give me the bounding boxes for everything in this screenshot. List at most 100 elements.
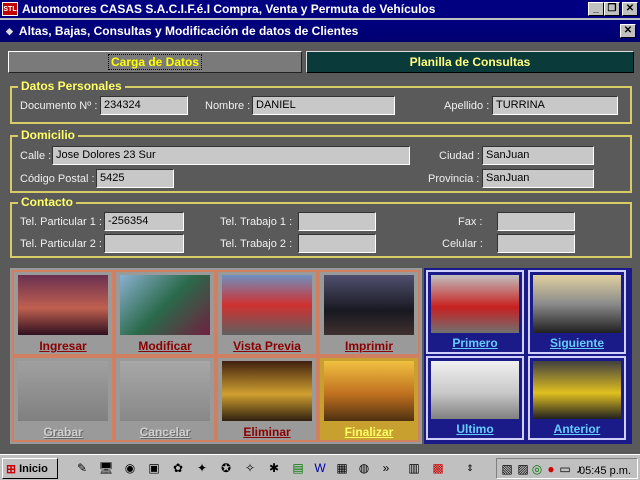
button-caption: Grabar bbox=[43, 425, 83, 439]
button-caption: Ingresar bbox=[39, 339, 87, 353]
anterior-button[interactable]: Anterior bbox=[528, 356, 626, 440]
form-title: Altas, Bajas, Consultas y Modificación d… bbox=[18, 24, 359, 38]
siguiente-button[interactable]: Siguiente bbox=[528, 270, 626, 354]
fax-field[interactable] bbox=[497, 212, 575, 231]
apellido-field[interactable]: TURRINA bbox=[492, 96, 618, 115]
celular-label: Celular : bbox=[442, 238, 483, 250]
yellow-hotrod-photo-icon bbox=[533, 361, 621, 419]
tel-particular-2-label: Tel. Particular 2 : bbox=[20, 238, 102, 250]
quicklaunch-icon[interactable]: ▣ bbox=[146, 460, 162, 476]
quicklaunch-icon[interactable]: ✿ bbox=[170, 460, 186, 476]
red-ferrari-photo-icon bbox=[222, 275, 312, 335]
sunset-car-photo-icon bbox=[324, 361, 414, 421]
codigo-postal-label: Código Postal : bbox=[20, 173, 95, 185]
button-caption: Anterior bbox=[553, 422, 601, 436]
silver-car-photo-icon bbox=[533, 275, 621, 333]
apellido-label: Apellido : bbox=[444, 100, 490, 112]
tel-trabajo-1-field[interactable] bbox=[298, 212, 376, 231]
quicklaunch-icon[interactable]: ▦ bbox=[334, 460, 350, 476]
tray-icon[interactable]: ▧ bbox=[499, 461, 515, 477]
button-caption: Eliminar bbox=[243, 425, 291, 439]
group-legend: Contacto bbox=[18, 195, 76, 209]
primero-button[interactable]: Primero bbox=[426, 270, 524, 354]
button-caption: Siguiente bbox=[549, 336, 604, 350]
minimize-button[interactable]: _ bbox=[588, 2, 604, 16]
button-caption: Modificar bbox=[138, 339, 192, 353]
task-button-active-icon[interactable]: ▩ bbox=[430, 460, 446, 476]
grabar-button: Grabar bbox=[12, 356, 114, 442]
tabstrip: Carga de Datos Planilla de Consultas bbox=[0, 44, 640, 74]
close-button[interactable]: ✕ bbox=[622, 2, 638, 16]
quicklaunch-icon[interactable]: ✱ bbox=[266, 460, 282, 476]
red-car-photo-icon bbox=[18, 275, 108, 335]
quicklaunch-icon[interactable]: ✎ bbox=[74, 460, 90, 476]
button-caption: Primero bbox=[452, 336, 498, 350]
button-caption: Finalizar bbox=[344, 425, 394, 439]
tab-label: Planilla de Consultas bbox=[409, 55, 531, 69]
car-photo-disabled-icon bbox=[18, 361, 108, 421]
app-logo-icon: STL bbox=[2, 2, 18, 16]
nombre-field[interactable]: DANIEL bbox=[252, 96, 395, 115]
ciudad-field[interactable]: SanJuan bbox=[482, 146, 594, 165]
yellow-car-photo-icon bbox=[222, 361, 312, 421]
form-close-button[interactable]: ✕ bbox=[620, 24, 636, 38]
start-button[interactable]: ⊞ Inicio bbox=[2, 458, 58, 479]
calle-label: Calle : bbox=[20, 150, 52, 162]
documento-field[interactable]: 234324 bbox=[100, 96, 188, 115]
codigo-postal-field[interactable]: 5425 bbox=[96, 169, 174, 188]
vista-previa-button[interactable]: Vista Previa bbox=[216, 270, 318, 356]
navigation-panel: Primero Siguiente Ultimo Anterior bbox=[424, 268, 632, 444]
car-photo-disabled-icon bbox=[120, 361, 210, 421]
windows-logo-icon: ⊞ bbox=[6, 461, 17, 476]
nombre-label: Nombre : bbox=[205, 100, 251, 112]
ultimo-button[interactable]: Ultimo bbox=[426, 356, 524, 440]
internet-icon[interactable]: ◍ bbox=[356, 460, 372, 476]
start-label: Inicio bbox=[19, 462, 48, 475]
tel-trabajo-1-label: Tel. Trabajo 1 : bbox=[220, 216, 293, 228]
system-tray: ▧ ▨ ◎ ● ▭ ♪ 05:45 p.m. bbox=[496, 458, 638, 479]
modificar-button[interactable]: Modificar bbox=[114, 270, 216, 356]
app-title: Automotores CASAS S.A.C.I.F.é.I Compra, … bbox=[22, 2, 436, 16]
black-car-photo-icon bbox=[324, 275, 414, 335]
app-titlebar: STL Automotores CASAS S.A.C.I.F.é.I Comp… bbox=[0, 0, 640, 18]
tel-trabajo-2-label: Tel. Trabajo 2 : bbox=[220, 238, 293, 250]
quicklaunch-icon[interactable]: 🖥 bbox=[98, 460, 114, 476]
tab-label: Carga de Datos bbox=[107, 54, 203, 70]
tab-carga-de-datos[interactable]: Carga de Datos bbox=[8, 51, 302, 73]
excel-icon[interactable]: ▤ bbox=[290, 460, 306, 476]
group-legend: Datos Personales bbox=[18, 79, 125, 93]
datos-personales-group: Datos Personales Documento Nº : 234324 N… bbox=[10, 79, 632, 124]
group-legend: Domicilio bbox=[18, 128, 79, 142]
button-caption: Cancelar bbox=[139, 425, 191, 439]
form-titlebar: ◆ Altas, Bajas, Consultas y Modificación… bbox=[0, 20, 640, 42]
eliminar-button[interactable]: Eliminar bbox=[216, 356, 318, 442]
quicklaunch-icon[interactable]: ✦ bbox=[194, 460, 210, 476]
quicklaunch-icon[interactable]: » bbox=[378, 460, 394, 476]
ingresar-button[interactable]: Ingresar bbox=[12, 270, 114, 356]
quicklaunch-icon[interactable]: ✧ bbox=[242, 460, 258, 476]
imprimir-button[interactable]: Imprimir bbox=[318, 270, 420, 356]
tel-particular-1-label: Tel. Particular 1 : bbox=[20, 216, 102, 228]
white-car-photo-icon bbox=[431, 361, 519, 419]
cancelar-button: Cancelar bbox=[114, 356, 216, 442]
tab-planilla-de-consultas[interactable]: Planilla de Consultas bbox=[306, 51, 634, 73]
green-car-photo-icon bbox=[120, 275, 210, 335]
clock: 05:45 p.m. bbox=[579, 465, 631, 477]
quicklaunch-icon[interactable]: ✪ bbox=[218, 460, 234, 476]
word-icon[interactable]: W bbox=[312, 460, 328, 476]
tel-particular-1-field[interactable]: -256354 bbox=[104, 212, 184, 231]
documento-label: Documento Nº : bbox=[20, 100, 98, 112]
finalizar-button[interactable]: Finalizar bbox=[318, 356, 420, 442]
scroll-arrows-icon[interactable]: ⇕ bbox=[462, 460, 478, 476]
contacto-group: Contacto Tel. Particular 1 : -256354 Tel… bbox=[10, 195, 632, 258]
celular-field[interactable] bbox=[497, 234, 575, 253]
provincia-label: Provincia : bbox=[428, 173, 480, 185]
provincia-field[interactable]: SanJuan bbox=[482, 169, 594, 188]
tel-particular-2-field[interactable] bbox=[104, 234, 184, 253]
task-button-icon[interactable]: ▥ bbox=[406, 460, 422, 476]
tel-trabajo-2-field[interactable] bbox=[298, 234, 376, 253]
calle-field[interactable]: Jose Dolores 23 Sur bbox=[52, 146, 410, 165]
quicklaunch-icon[interactable]: ◉ bbox=[122, 460, 138, 476]
red-porsche-photo-icon bbox=[431, 275, 519, 333]
restore-button[interactable]: ❐ bbox=[604, 2, 620, 16]
